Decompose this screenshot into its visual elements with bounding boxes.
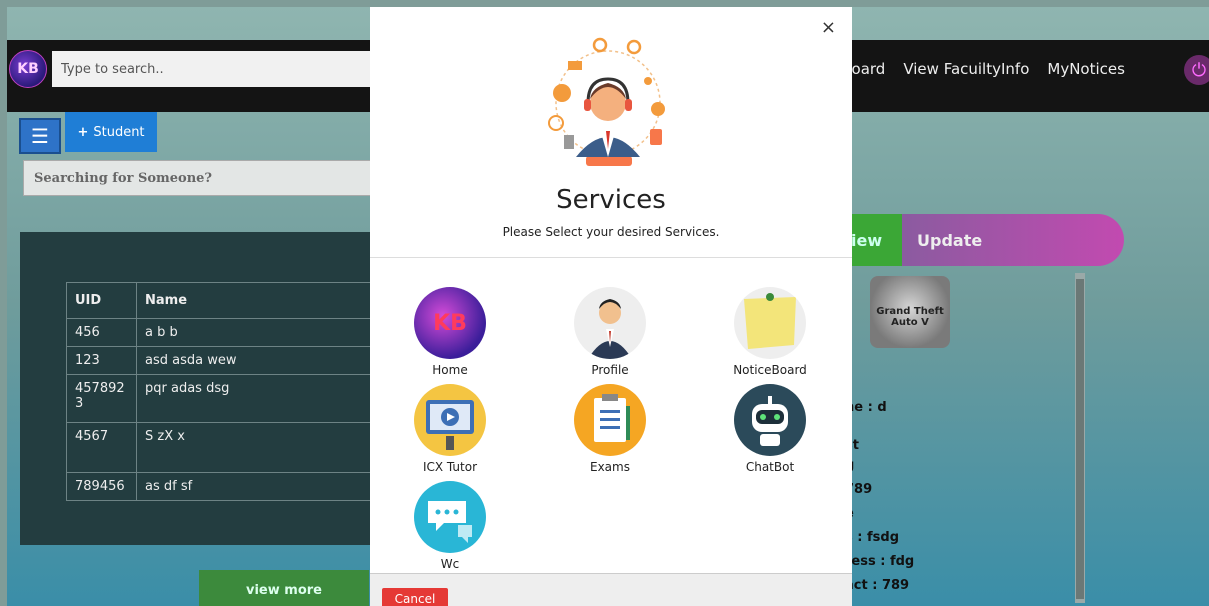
robot-icon [734, 384, 806, 456]
profile-image-text: Grand Theft Auto V [876, 306, 944, 328]
tab-view[interactable]: iew [845, 214, 903, 266]
add-student-label: Student [93, 124, 145, 140]
service-wc[interactable]: Wc [395, 481, 505, 571]
chat-bubble-icon [414, 481, 486, 553]
detail-line: 789 [845, 482, 873, 497]
modal-title: Services [556, 185, 666, 215]
service-chatbot[interactable]: ChatBot [715, 384, 825, 474]
service-profile[interactable]: Profile [555, 287, 665, 377]
person-icon [574, 287, 646, 359]
detail-line: ress : fdg [845, 554, 915, 569]
plus-icon: + [77, 124, 89, 140]
search-input[interactable] [52, 51, 382, 87]
service-label: Exams [590, 460, 630, 474]
service-label: Profile [591, 363, 629, 377]
users-table: UID Name 456 a b b 123 asd asda wew 457892… [66, 282, 377, 501]
table-row[interactable]: 456 a b b [66, 318, 377, 347]
cell-uid: 4567 [66, 422, 137, 473]
nav-link-my-notices[interactable]: MyNotices [1047, 60, 1125, 78]
cell-uid: 4578923 [66, 374, 137, 423]
table-row[interactable]: 789456 as df sf [66, 472, 377, 501]
detail-scrollbar-thumb[interactable] [1076, 279, 1084, 599]
cell-name: S zX x [136, 422, 377, 473]
table-row[interactable]: 4567 S zX x [66, 422, 377, 473]
service-noticeboard[interactable]: NoticeBoard [715, 287, 825, 377]
cell-name: a b b [136, 318, 377, 347]
cell-uid: 789456 [66, 472, 137, 501]
service-home[interactable]: KB Home [395, 287, 505, 377]
header-name: Name [136, 282, 377, 319]
close-icon[interactable]: × [821, 17, 836, 38]
modal-divider [370, 257, 852, 258]
users-table-panel: UID Name 456 a b b 123 asd asda wew 457892… [20, 232, 380, 545]
table-row[interactable]: 123 asd asda wew [66, 346, 377, 375]
detail-lines: ne : d st g 789 e s : fsdg ress : fdg ac… [845, 396, 914, 598]
header-uid: UID [66, 282, 137, 319]
support-agent-icon [548, 37, 665, 166]
app-logo[interactable]: KB [9, 50, 47, 88]
tab-update[interactable]: Update [902, 214, 1124, 266]
modal-footer: Cancel [370, 573, 852, 606]
service-label: ChatBot [745, 460, 795, 474]
menu-button[interactable]: ☰ [19, 118, 61, 154]
detail-panel: Grand Theft Auto V ne : d st g 789 e s :… [845, 271, 1085, 606]
table-row[interactable]: 4578923 pqr adas dsg [66, 374, 377, 423]
cell-uid: 123 [66, 346, 137, 375]
detail-line: s : fsdg [845, 530, 899, 545]
power-icon[interactable]: ⏻ [1184, 55, 1209, 85]
service-exams[interactable]: Exams [555, 384, 665, 474]
modal-subtitle: Please Select your desired Services. [502, 225, 720, 239]
cell-uid: 456 [66, 318, 137, 347]
service-label: Home [432, 363, 468, 377]
profile-image: Grand Theft Auto V [870, 276, 950, 348]
cell-name: asd asda wew [136, 346, 377, 375]
view-more-button[interactable]: view more [199, 570, 369, 606]
nav-link-faculty-info[interactable]: View FacuiltyInfo [903, 60, 1029, 78]
table-header-row: UID Name [66, 282, 377, 319]
searching-input[interactable]: Searching for Someone? [23, 160, 383, 196]
cancel-button[interactable]: Cancel [382, 588, 448, 606]
service-label: NoticeBoard [733, 363, 807, 377]
kb-logo-icon: KB [414, 287, 486, 359]
detail-line: act : 789 [845, 578, 910, 593]
service-label: Wc [440, 557, 460, 571]
cell-name: as df sf [136, 472, 377, 501]
sticky-note-icon [734, 287, 806, 359]
detail-line: e [845, 502, 914, 526]
service-icx-tutor[interactable]: ICX Tutor [395, 384, 505, 474]
nav-links: board View FacuiltyInfo MyNotices [842, 60, 1125, 78]
detail-line: ne : d [845, 400, 887, 415]
hamburger-icon: ☰ [31, 124, 49, 148]
exam-clipboard-icon [574, 384, 646, 456]
services-modal: × Services Please Select your desired Se… [370, 7, 852, 606]
tutor-icon [414, 384, 486, 456]
add-student-button[interactable]: + Student [65, 112, 157, 152]
service-label: ICX Tutor [422, 460, 478, 474]
cell-name: pqr adas dsg [136, 374, 377, 423]
